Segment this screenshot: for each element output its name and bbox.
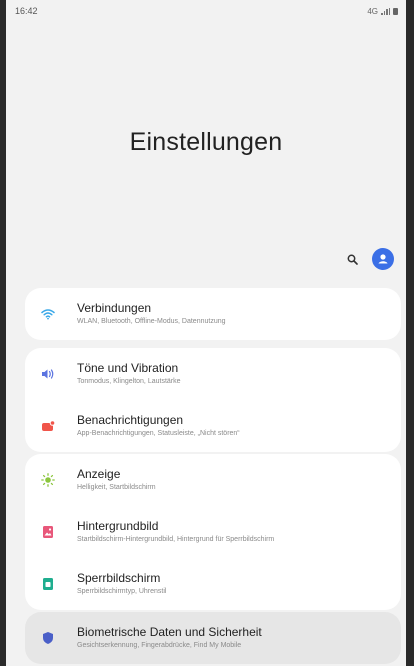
setting-item-hintergrundbild[interactable]: Hintergrundbild Startbildschirm-Hintergr… [25,506,401,558]
settings-group-connections: Verbindungen WLAN, Bluetooth, Offline-Mo… [25,288,401,340]
toolbar [344,248,394,270]
setting-item-anzeige[interactable]: Anzeige Helligkeit, Startbildschirm [25,454,401,506]
shield-icon [41,631,55,645]
account-button[interactable] [372,248,394,270]
setting-subtitle: Helligkeit, Startbildschirm [77,484,156,491]
status-bar: 16:42 4G [6,0,406,22]
signal-icon [381,7,390,15]
setting-item-sperrbildschirm[interactable]: Sperrbildschirm Sperrbildschirmtyp, Uhre… [25,558,401,610]
wifi-icon [41,307,55,321]
settings-group-sound: Töne und Vibration Tonmodus, Klingelton,… [25,348,401,452]
setting-subtitle: WLAN, Bluetooth, Offline-Modus, Datennut… [77,318,226,325]
search-button[interactable] [344,251,360,267]
account-icon [378,254,388,264]
setting-item-verbindungen[interactable]: Verbindungen WLAN, Bluetooth, Offline-Mo… [25,288,401,340]
setting-title: Töne und Vibration [77,361,179,375]
status-icons: 4G [367,7,398,16]
setting-title: Benachrichtigungen [77,413,184,427]
setting-subtitle: Startbildschirm-Hintergrundbild, Hinterg… [77,536,275,543]
network-type: 4G [367,6,378,16]
settings-screen: 16:42 4G Einstellungen Verbindungen WLAN… [6,0,406,666]
search-icon [347,254,358,265]
settings-group-display: Anzeige Helligkeit, Startbildschirm Hint… [25,454,401,610]
setting-item-toene[interactable]: Töne und Vibration Tonmodus, Klingelton,… [25,348,401,400]
brightness-icon [41,473,55,487]
setting-item-benachrichtigungen[interactable]: Benachrichtigungen App-Benachrichtigunge… [25,400,401,452]
status-time: 16:42 [15,6,38,16]
setting-title: Sperrbildschirm [77,571,161,585]
setting-title: Verbindungen [77,301,152,315]
setting-subtitle: App-Benachrichtigungen, Statusleiste, „N… [77,430,240,437]
battery-icon [393,7,398,15]
setting-item-biometrie[interactable]: Biometrische Daten und Sicherheit Gesich… [25,612,401,664]
settings-group-security: Biometrische Daten und Sicherheit Gesich… [25,612,401,664]
volume-icon [41,367,55,381]
notification-icon [41,419,55,433]
setting-title: Anzeige [77,467,121,481]
wallpaper-icon [41,525,55,539]
page-title: Einstellungen [129,128,283,156]
setting-title: Biometrische Daten und Sicherheit [77,625,262,639]
setting-subtitle: Sperrbildschirmtyp, Uhrenstil [77,588,167,595]
setting-subtitle: Tonmodus, Klingelton, Lautstärke [77,378,181,385]
setting-title: Hintergrundbild [77,519,159,533]
lockscreen-icon [41,577,55,591]
setting-subtitle: Gesichtserkennung, Fingerabdrücke, Find … [77,642,242,649]
